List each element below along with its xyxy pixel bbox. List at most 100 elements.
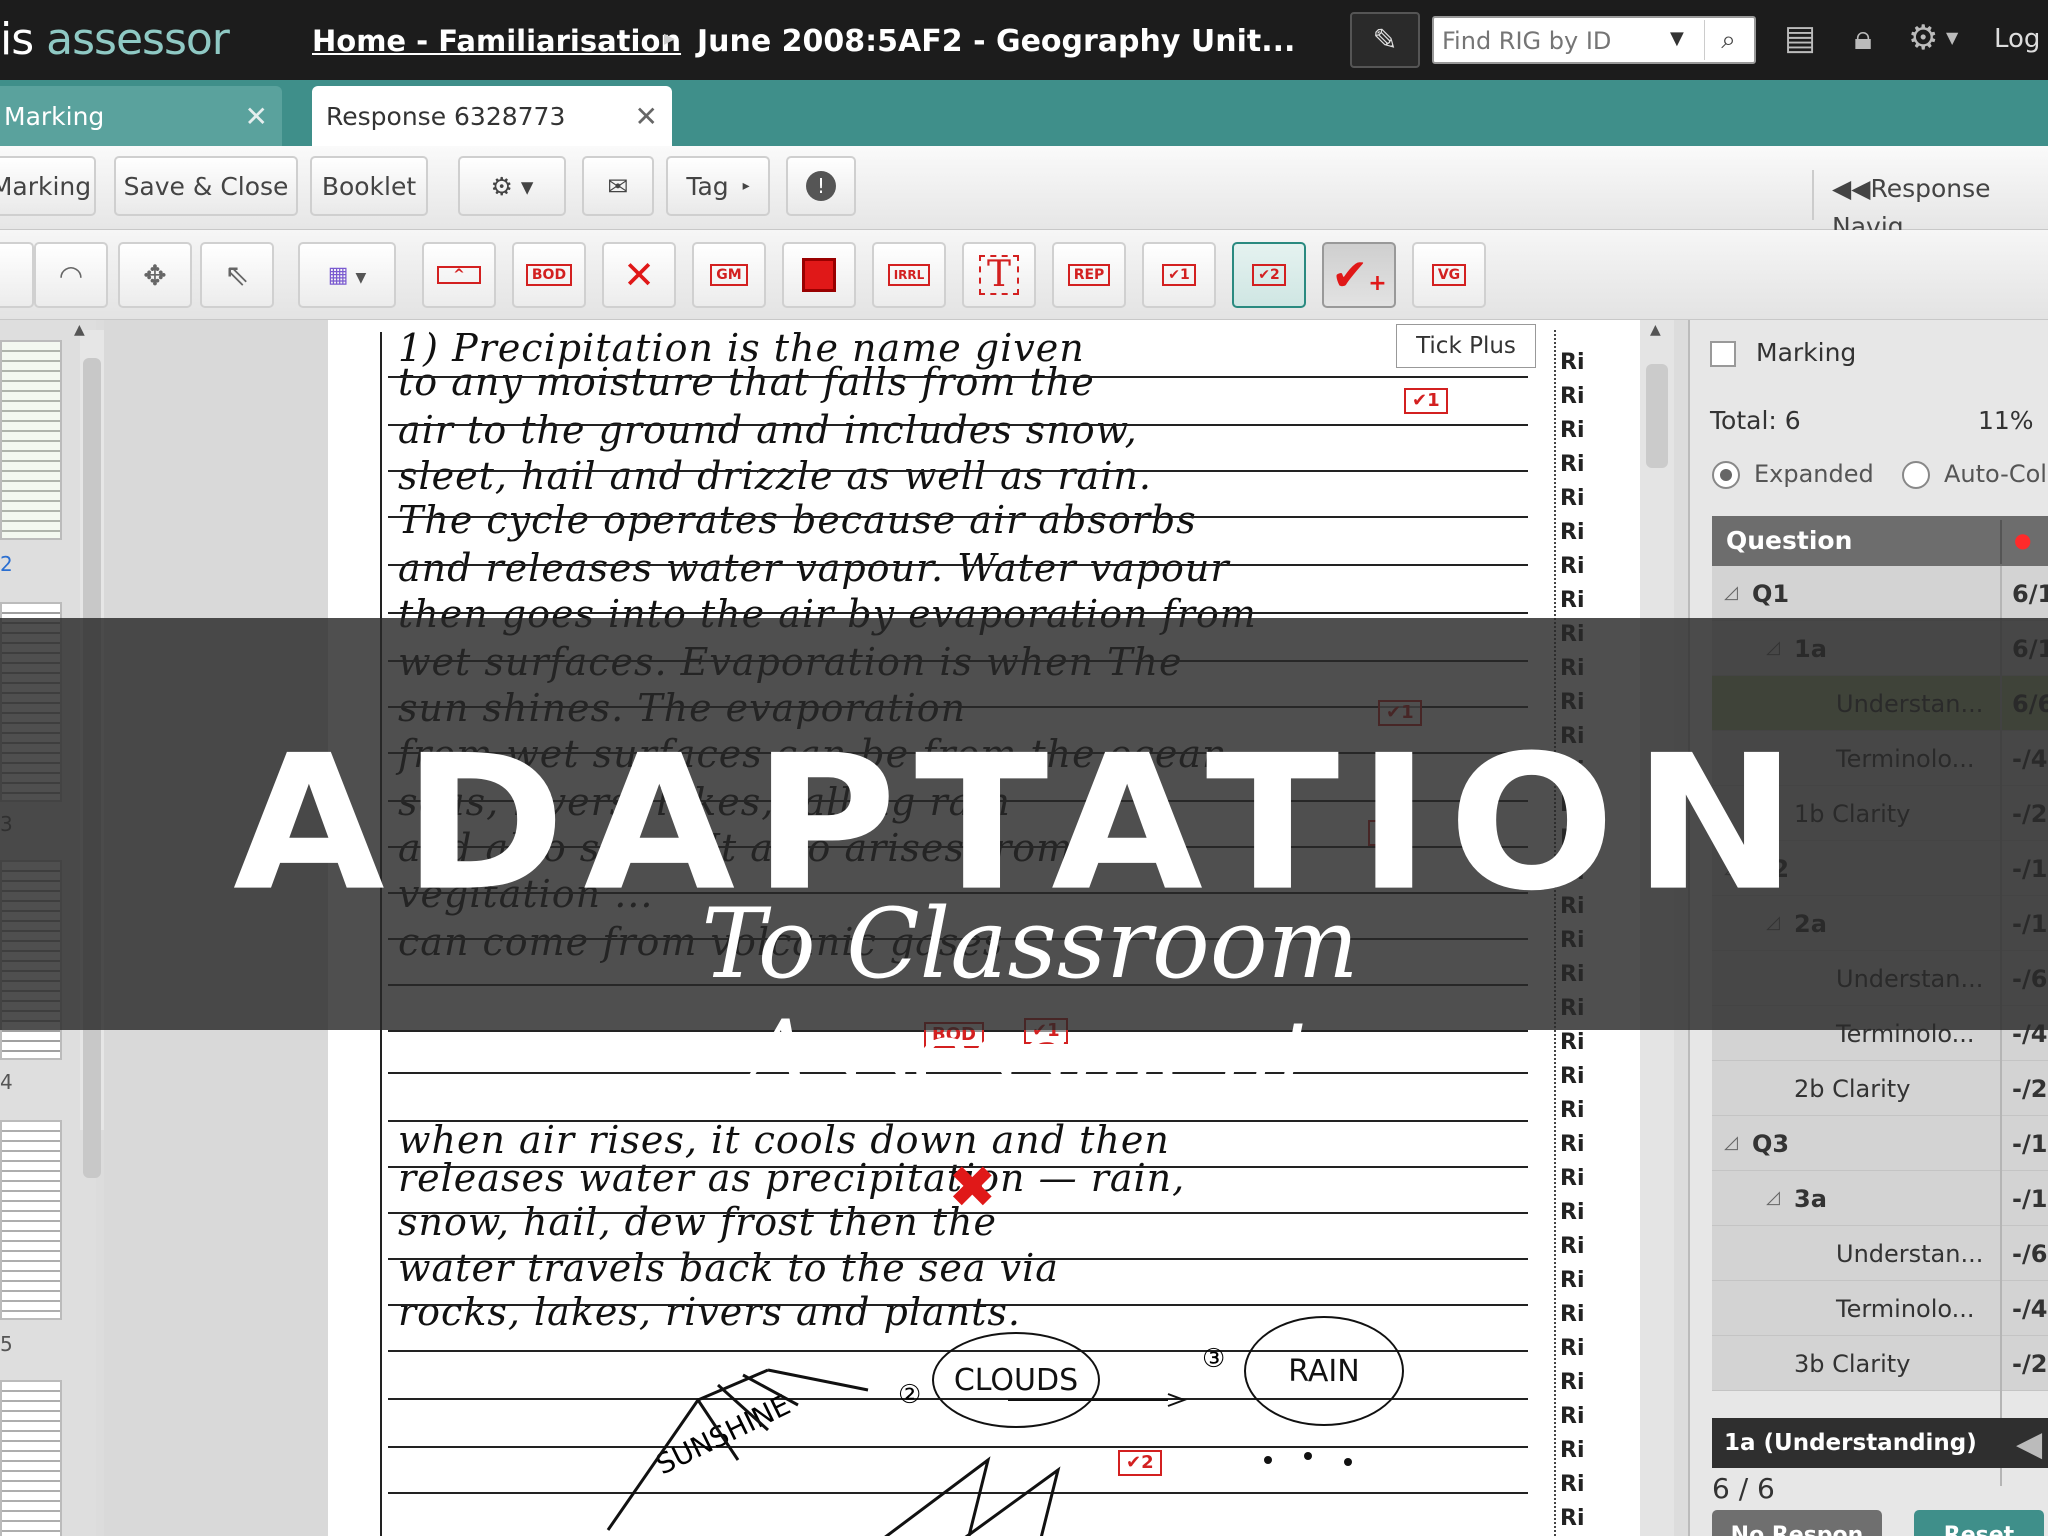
question-label: Understan... xyxy=(1836,1240,1984,1268)
expanded-radio[interactable]: Expanded xyxy=(1712,460,1874,489)
page-thumbnail[interactable] xyxy=(0,1120,62,1320)
text-tool-icon: T xyxy=(978,255,1019,295)
cogs-icon: ⚙ ▾ xyxy=(490,171,534,201)
select-tool-button[interactable]: ⇖ xyxy=(200,242,274,308)
top-header: is assessor Home - Familiarisation ▸ Jun… xyxy=(0,0,2048,80)
marking-button[interactable]: Marking xyxy=(0,156,96,216)
thumbnail-number: 5 xyxy=(0,1332,13,1356)
triangle-left-icon[interactable]: ◀ xyxy=(2016,1424,2042,1464)
page-thumbnail[interactable] xyxy=(0,340,62,540)
question-row[interactable]: ◿ Q3 -/1 xyxy=(1712,1116,2048,1171)
question-label: Q3 xyxy=(1752,1130,1790,1158)
breadcrumb-home-link[interactable]: Home - Familiarisation xyxy=(312,24,681,58)
question-score: -/2 xyxy=(2012,1075,2048,1103)
edit-pen-button[interactable]: ✎ xyxy=(1350,12,1420,68)
collapse-triangle-icon[interactable]: ◿ xyxy=(1766,1187,1780,1208)
main-toolbar: Marking Save & Close Booklet ⚙ ▾ ✉ Tag ▸ … xyxy=(0,146,2048,241)
gear-icon[interactable]: ⚙ xyxy=(1908,18,1938,58)
diagram-drawing xyxy=(606,1368,1352,1536)
tick-two-annotation-button[interactable]: ✔2 xyxy=(1232,242,1306,308)
completion-percent: 11% xyxy=(1978,406,2034,435)
question-table-header: Question ● xyxy=(1712,516,2048,566)
irrl-annotation-button[interactable]: IRRL xyxy=(872,242,946,308)
rig-search-box: ▼ ⌕ xyxy=(1432,16,1756,64)
highlight-box-button[interactable] xyxy=(782,242,856,308)
margin-reference-mark: Ri xyxy=(1560,452,1585,477)
scroll-up-icon[interactable]: ▲ xyxy=(74,322,85,338)
question-row[interactable]: 3b Clarity -/2 xyxy=(1712,1336,2048,1391)
no-response-button[interactable]: No Respon xyxy=(1712,1510,1882,1536)
settings-dropdown-button[interactable]: ⚙ ▾ xyxy=(458,156,566,216)
margin-reference-mark: Ri xyxy=(1560,1404,1585,1429)
ruled-line xyxy=(388,1120,1528,1122)
collapse-triangle-icon[interactable]: ◿ xyxy=(1724,1132,1738,1153)
zoom-tool-button[interactable]: ◠ xyxy=(34,242,108,308)
rig-search-input[interactable] xyxy=(1442,24,1672,58)
color-picker-button[interactable]: ▦ ▼ xyxy=(298,242,396,308)
tab-response[interactable]: Response 6328773 ✕ xyxy=(312,86,672,146)
tick-one-annotation-button[interactable]: ✔1 xyxy=(1142,242,1216,308)
margin-reference-mark: Ri xyxy=(1560,588,1585,613)
handwritten-line: water travels back to the sea via xyxy=(398,1246,1059,1290)
collapse-triangle-icon[interactable]: ◿ xyxy=(1724,582,1738,603)
annotation-toolbar: ◠ ✥ ⇖ ▦ ▼ ^ BOD ✕ GM IRRL T REP ✔1 ✔2 ✔+… xyxy=(0,230,2048,320)
question-score: -/4 xyxy=(2012,1295,2048,1323)
selected-item-score: 6 / 6 xyxy=(1712,1472,1775,1505)
close-icon[interactable]: ✕ xyxy=(635,100,658,133)
rep-annotation-button[interactable]: REP xyxy=(1052,242,1126,308)
pan-tool-button[interactable]: ✥ xyxy=(118,242,192,308)
question-score: -/2 xyxy=(2012,1350,2048,1378)
logout-link[interactable]: Log xyxy=(1994,24,2040,54)
ruled-line xyxy=(388,1258,1528,1260)
question-row[interactable]: Terminolo... -/4 xyxy=(1712,1281,2048,1336)
tick-annotation[interactable]: ✔1 xyxy=(1404,388,1448,414)
ruled-line xyxy=(388,1304,1528,1306)
cross-annotation-button[interactable]: ✕ xyxy=(602,242,676,308)
scrollbar-thumb[interactable] xyxy=(1646,364,1668,468)
text-annotation-button[interactable]: T xyxy=(962,242,1036,308)
ruled-line xyxy=(388,470,1528,472)
rig-dropdown-caret-icon[interactable]: ▼ xyxy=(1670,28,1684,49)
auto-collapse-radio[interactable]: Auto-Col xyxy=(1902,460,2047,489)
caret-annotation-button[interactable]: ^ xyxy=(422,242,496,308)
exception-button[interactable]: ! xyxy=(786,156,856,216)
margin-reference-mark: Ri xyxy=(1560,1472,1585,1497)
page-thumbnail[interactable] xyxy=(0,1380,62,1536)
cross-annotation[interactable]: ✖ xyxy=(948,1158,997,1216)
question-row[interactable]: ◿ Q1 6/1 xyxy=(1712,566,2048,621)
response-navigation-button[interactable]: ◀◀Response Navig xyxy=(1812,170,2048,241)
tag-arrow-icon: ▸ xyxy=(742,178,750,194)
tab-marking[interactable]: Marking ✕ xyxy=(0,86,282,146)
breadcrumb-separator-icon: ▸ xyxy=(664,26,676,51)
tick-plus-annotation-button[interactable]: ✔+ xyxy=(1322,242,1396,308)
save-close-button[interactable]: Save & Close xyxy=(114,156,298,216)
message-button[interactable]: ✉ xyxy=(582,156,654,216)
scroll-up-icon[interactable]: ▲ xyxy=(1650,322,1661,338)
question-score: -/1 xyxy=(2012,1185,2048,1213)
booklet-button[interactable]: Booklet xyxy=(310,156,428,216)
selected-item-header: 1a (Understanding) ◀ xyxy=(1712,1418,2048,1468)
caret-stamp-icon: ^ xyxy=(437,266,481,284)
question-row[interactable]: Understan... -/6 xyxy=(1712,1226,2048,1281)
ruled-line xyxy=(388,424,1528,426)
tag-button[interactable]: Tag ▸ xyxy=(666,156,770,216)
app-logo[interactable]: is assessor xyxy=(0,14,230,65)
column-divider xyxy=(2000,520,2002,564)
close-icon[interactable]: ✕ xyxy=(245,100,268,133)
gm-annotation-button[interactable]: GM xyxy=(692,242,766,308)
document-viewer-icon[interactable]: ▤ xyxy=(1784,18,1816,58)
lock-icon[interactable]: 🔒︎ xyxy=(1854,18,1872,58)
vg-annotation-button[interactable]: VG xyxy=(1412,242,1486,308)
radio-dot-icon xyxy=(1712,461,1740,489)
question-row[interactable]: ◿ 3a -/1 xyxy=(1712,1171,2048,1226)
search-icon[interactable]: ⌕ xyxy=(1704,20,1752,60)
handwritten-line: sleet, hail and drizzle as well as rain. xyxy=(398,454,1152,498)
panel-toggle-checkbox[interactable] xyxy=(1710,341,1736,367)
bod-annotation-button[interactable]: BOD xyxy=(512,242,586,308)
reset-button[interactable]: Reset xyxy=(1914,1510,2044,1536)
question-row[interactable]: 2b Clarity -/2 xyxy=(1712,1061,2048,1116)
pen-icon: ✎ xyxy=(1372,22,1398,58)
gear-dropdown-caret-icon[interactable]: ▼ xyxy=(1946,28,1958,47)
annotation-tool-partial[interactable] xyxy=(0,242,34,308)
margin-reference-mark: Ri xyxy=(1560,418,1585,443)
